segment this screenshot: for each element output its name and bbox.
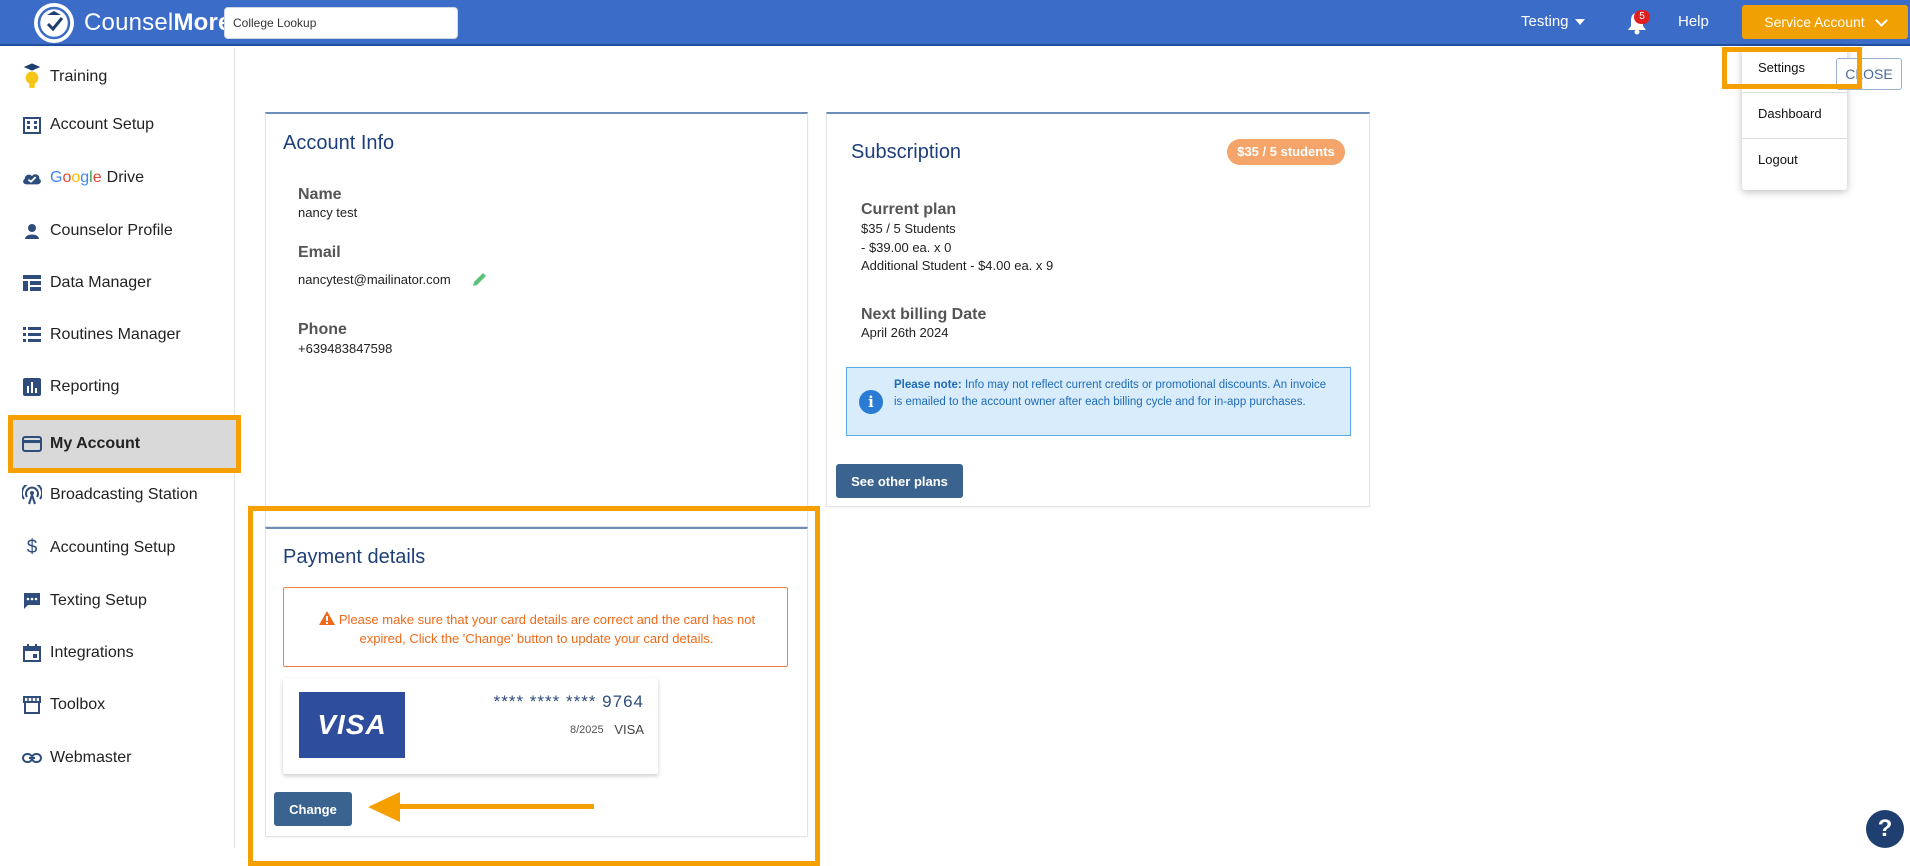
chat-icon xyxy=(22,591,42,611)
phone-label: Phone xyxy=(298,321,347,338)
bar-chart-icon xyxy=(22,377,42,397)
info-icon: i xyxy=(859,390,883,414)
service-account-button[interactable]: Service Account xyxy=(1742,5,1908,39)
sidebar-item-label: My Account xyxy=(50,435,141,452)
edit-pencil-icon[interactable] xyxy=(471,270,489,288)
college-lookup-input[interactable] xyxy=(224,7,458,39)
person-icon xyxy=(22,221,42,241)
settings-highlight xyxy=(1722,47,1862,89)
sidebar-item-texting-setup[interactable]: Texting Setup xyxy=(22,578,147,624)
sidebar-item-my-account[interactable]: My Account xyxy=(22,421,140,467)
sidebar-item-reporting[interactable]: Reporting xyxy=(22,364,119,410)
sidebar-item-label: Integrations xyxy=(50,644,134,661)
payment-highlight xyxy=(248,506,820,866)
logo-mark-icon xyxy=(34,3,74,43)
sidebar-item-toolbox[interactable]: Toolbox xyxy=(22,682,105,728)
top-bar: CounselMore Testing 5 Help Service Accou… xyxy=(0,0,1910,46)
sidebar-item-label: Account Setup xyxy=(50,116,155,133)
sidebar-item-label: Broadcasting Station xyxy=(50,486,198,503)
email-value: nancytest@mailinator.com xyxy=(298,272,451,287)
sidebar-item-integrations[interactable]: Integrations xyxy=(22,630,134,676)
plan-line-2: - $39.00 ea. x 0 xyxy=(861,240,952,255)
menu-item-dashboard[interactable]: Dashboard xyxy=(1758,106,1822,121)
table-icon xyxy=(22,273,42,293)
sidebar: Training Account Setup Google Drive Coun… xyxy=(8,48,241,848)
sidebar-item-label: Toolbox xyxy=(50,696,106,713)
google-wordmark: Google xyxy=(50,169,102,186)
credit-card-icon xyxy=(22,434,42,454)
sidebar-item-account-setup[interactable]: Account Setup xyxy=(22,102,154,148)
name-label: Name xyxy=(298,186,342,203)
building-icon xyxy=(22,115,42,135)
calendar-icon xyxy=(22,643,42,663)
account-info-card xyxy=(265,112,808,527)
help-link[interactable]: Help xyxy=(1678,13,1709,30)
sidebar-item-webmaster[interactable]: Webmaster xyxy=(22,735,132,781)
menu-divider xyxy=(1742,92,1847,93)
sidebar-item-data-manager[interactable]: Data Manager xyxy=(22,260,151,306)
current-plan-label: Current plan xyxy=(861,201,957,218)
info-note: i Please note: Info may not reflect curr… xyxy=(846,367,1351,436)
help-fab-button[interactable]: ? xyxy=(1866,810,1904,848)
sidebar-item-label: Accounting Setup xyxy=(50,539,176,556)
plan-badge: $35 / 5 students xyxy=(1227,139,1345,165)
service-account-label: Service Account xyxy=(1764,14,1865,30)
dollar-icon: $ xyxy=(26,537,38,558)
sidebar-item-accounting-setup[interactable]: $ Accounting Setup xyxy=(22,525,176,571)
list-icon xyxy=(22,325,42,345)
sidebar-item-label: Drive xyxy=(106,169,144,186)
sidebar-item-label: Training xyxy=(50,68,108,85)
sidebar-item-broadcasting-station[interactable]: Broadcasting Station xyxy=(22,472,198,518)
sidebar-item-counselor-profile[interactable]: Counselor Profile xyxy=(22,208,173,254)
sidebar-item-label: Routines Manager xyxy=(50,326,181,343)
see-other-plans-button[interactable]: See other plans xyxy=(836,464,963,498)
email-label: Email xyxy=(298,244,341,261)
arrow-shaft xyxy=(398,804,594,809)
phone-value: +639483847598 xyxy=(298,341,393,356)
notification-badge: 5 xyxy=(1634,10,1650,24)
sidebar-item-label: Texting Setup xyxy=(50,592,147,609)
sidebar-item-label: Reporting xyxy=(50,378,120,395)
sidebar-item-label: Webmaster xyxy=(50,749,132,766)
sidebar-item-training[interactable]: Training xyxy=(22,54,107,100)
link-icon xyxy=(22,748,42,768)
info-note-text: Please note: Info may not reflect curren… xyxy=(894,379,1327,408)
menu-item-logout[interactable]: Logout xyxy=(1758,152,1798,167)
menu-divider xyxy=(1742,138,1847,139)
sidebar-item-google-drive[interactable]: Google Drive xyxy=(22,155,144,201)
next-billing-label: Next billing Date xyxy=(861,306,987,323)
sidebar-item-label: Data Manager xyxy=(50,274,152,291)
account-info-title: Account Info xyxy=(283,132,395,154)
sidebar-item-routines-manager[interactable]: Routines Manager xyxy=(22,312,181,358)
brand-logo[interactable]: CounselMore xyxy=(34,2,232,44)
brand-name: CounselMore xyxy=(84,9,232,36)
store-icon xyxy=(22,695,42,715)
lightbulb-icon xyxy=(22,63,42,88)
plan-line-3: Additional Student - $4.00 ea. x 9 xyxy=(861,258,1054,273)
next-billing-value: April 26th 2024 xyxy=(861,325,949,340)
caret-down-icon xyxy=(1574,18,1585,25)
plan-line-1: $35 / 5 Students xyxy=(861,221,956,236)
cloud-check-icon xyxy=(22,168,42,188)
arrow-left-icon xyxy=(368,792,400,822)
name-value: nancy test xyxy=(298,205,358,220)
chevron-down-icon xyxy=(1874,13,1888,27)
broadcast-icon xyxy=(22,485,42,505)
sidebar-item-label: Counselor Profile xyxy=(50,222,173,239)
subscription-title: Subscription xyxy=(851,141,962,163)
testing-label: Testing xyxy=(1521,13,1569,30)
testing-menu[interactable]: Testing xyxy=(1521,13,1585,30)
